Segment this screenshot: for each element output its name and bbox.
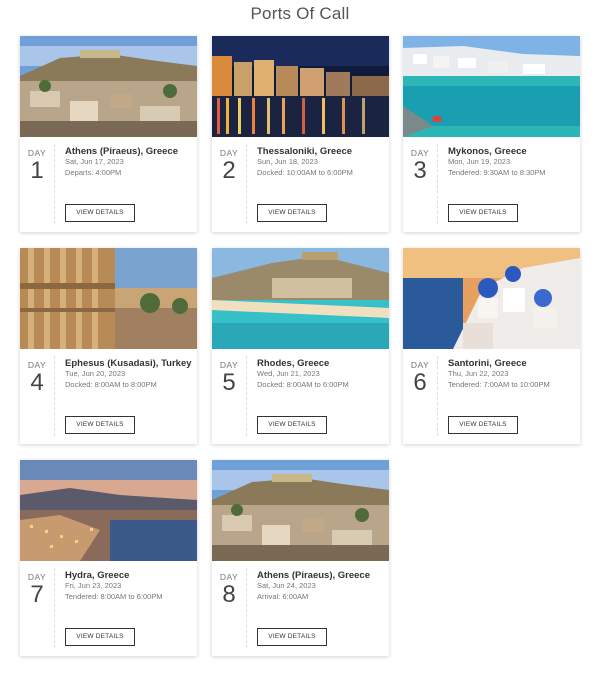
port-card-2: DAY 2 Thessaloniki, Greece Sun, Jun 18, … (212, 36, 389, 232)
port-info: Athens (Piraeus), Greece Sat, Jun 24, 20… (257, 570, 385, 602)
port-photo[interactable] (212, 460, 389, 561)
port-name: Athens (Piraeus), Greece (257, 570, 370, 581)
port-photo[interactable] (20, 36, 197, 137)
day-column: DAY 4 (20, 360, 54, 395)
port-name: Santorini, Greece (448, 358, 527, 369)
divider (54, 568, 55, 648)
port-date: Fri, Jun 23, 2023 (65, 581, 122, 590)
view-details-button[interactable]: VIEW DETAILS (448, 416, 518, 434)
day-number: 8 (222, 581, 236, 608)
view-details-button[interactable]: VIEW DETAILS (65, 628, 135, 646)
day-column: DAY 5 (212, 360, 246, 395)
view-details-button[interactable]: VIEW DETAILS (448, 204, 518, 222)
port-name: Mykonos, Greece (448, 146, 527, 157)
port-photo[interactable] (20, 248, 197, 349)
port-time: Docked: 8:00AM to 6:00PM (257, 379, 349, 389)
port-card-4: DAY 4 Ephesus (Kusadasi), Turkey Tue, Ju… (20, 248, 197, 444)
day-number: 6 (413, 369, 427, 396)
port-photo[interactable] (212, 248, 389, 349)
port-name: Hydra, Greece (65, 570, 130, 581)
divider (437, 144, 438, 224)
port-date: Sun, Jun 18, 2023 (257, 157, 318, 166)
port-time: Tendered: 7:00AM to 10:00PM (448, 379, 550, 389)
day-number: 7 (30, 581, 44, 608)
port-info: Hydra, Greece Fri, Jun 23, 2023 Tendered… (65, 570, 193, 602)
port-photo[interactable] (403, 36, 580, 137)
day-column: DAY 8 (212, 572, 246, 607)
day-column: DAY 3 (403, 148, 437, 183)
port-info: Athens (Piraeus), Greece Sat, Jun 17, 20… (65, 146, 193, 178)
port-time: Departs: 4:00PM (65, 167, 122, 177)
view-details-button[interactable]: VIEW DETAILS (257, 628, 327, 646)
day-column: DAY 6 (403, 360, 437, 395)
port-info: Santorini, Greece Thu, Jun 22, 2023 Tend… (448, 358, 576, 390)
view-details-button[interactable]: VIEW DETAILS (65, 204, 135, 222)
port-time: Docked: 10:00AM to 6:00PM (257, 167, 353, 177)
port-card-3: DAY 3 Mykonos, Greece Mon, Jun 19, 2023 … (403, 36, 580, 232)
port-time: Arrival: 6:00AM (257, 591, 309, 601)
port-date: Wed, Jun 21, 2023 (257, 369, 320, 378)
day-column: DAY 7 (20, 572, 54, 607)
port-time: Tendered: 8:00AM to 6:00PM (65, 591, 163, 601)
divider (246, 568, 247, 648)
view-details-button[interactable]: VIEW DETAILS (257, 204, 327, 222)
port-card-6: DAY 6 Santorini, Greece Thu, Jun 22, 202… (403, 248, 580, 444)
port-card-1: DAY 1 Athens (Piraeus), Greece Sat, Jun … (20, 36, 197, 232)
day-number: 3 (413, 157, 427, 184)
port-date: Sat, Jun 24, 2023 (257, 581, 316, 590)
port-photo[interactable] (212, 36, 389, 137)
port-card-5: DAY 5 Rhodes, Greece Wed, Jun 21, 2023 D… (212, 248, 389, 444)
port-date: Mon, Jun 19, 2023 (448, 157, 511, 166)
day-number: 5 (222, 369, 236, 396)
day-number: 4 (30, 369, 44, 396)
day-column: DAY 2 (212, 148, 246, 183)
divider (54, 356, 55, 436)
day-column: DAY 1 (20, 148, 54, 183)
port-photo[interactable] (403, 248, 580, 349)
port-date: Thu, Jun 22, 2023 (448, 369, 509, 378)
port-time: Docked: 8:00AM to 8:00PM (65, 379, 157, 389)
port-info: Ephesus (Kusadasi), Turkey Tue, Jun 20, … (65, 358, 193, 390)
divider (246, 144, 247, 224)
port-info: Mykonos, Greece Mon, Jun 19, 2023 Tender… (448, 146, 576, 178)
port-date: Sat, Jun 17, 2023 (65, 157, 124, 166)
day-number: 1 (30, 157, 44, 184)
port-photo[interactable] (20, 460, 197, 561)
port-info: Rhodes, Greece Wed, Jun 21, 2023 Docked:… (257, 358, 385, 390)
port-time: Tendered: 9:30AM to 8:30PM (448, 167, 546, 177)
port-name: Rhodes, Greece (257, 358, 330, 369)
page-title: Ports Of Call (250, 4, 350, 23)
divider (437, 356, 438, 436)
port-info: Thessaloniki, Greece Sun, Jun 18, 2023 D… (257, 146, 385, 178)
port-name: Thessaloniki, Greece (257, 146, 353, 157)
port-card-8: DAY 8 Athens (Piraeus), Greece Sat, Jun … (212, 460, 389, 656)
divider (246, 356, 247, 436)
port-name: Athens (Piraeus), Greece (65, 146, 178, 157)
view-details-button[interactable]: VIEW DETAILS (257, 416, 327, 434)
port-name: Ephesus (Kusadasi), Turkey (65, 358, 192, 369)
divider (54, 144, 55, 224)
port-date: Tue, Jun 20, 2023 (65, 369, 126, 378)
view-details-button[interactable]: VIEW DETAILS (65, 416, 135, 434)
port-card-7: DAY 7 Hydra, Greece Fri, Jun 23, 2023 Te… (20, 460, 197, 656)
day-number: 2 (222, 157, 236, 184)
